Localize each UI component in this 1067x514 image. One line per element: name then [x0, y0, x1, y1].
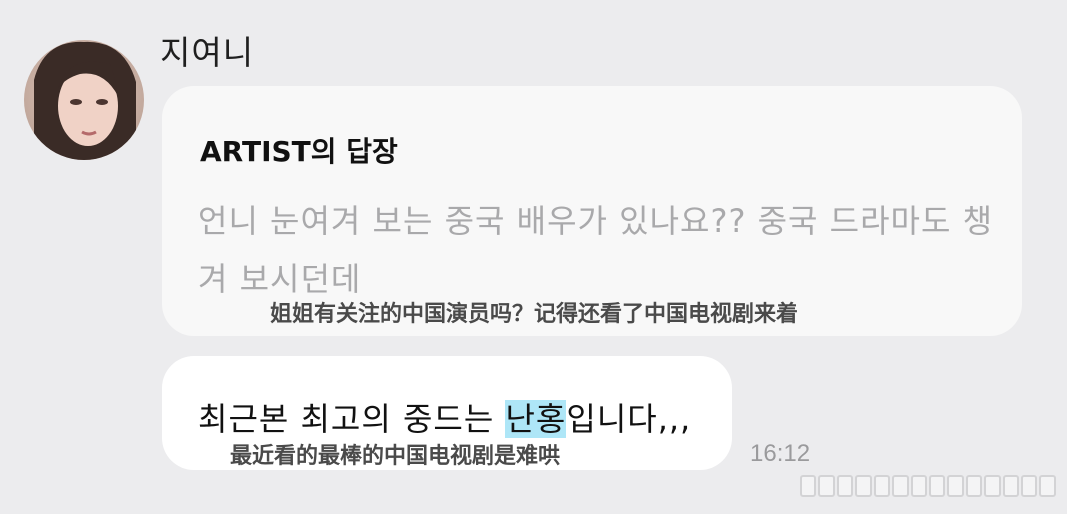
message-text-after: 입니다,,, [566, 400, 692, 438]
reply-heading: ARTIST의 답장 [200, 135, 398, 168]
message-translation: 最近看的最棒的中国电视剧是难哄 [230, 443, 561, 469]
quoted-question: 언니 눈여겨 보는 중국 배우가 있나요?? 중국 드라마도 챙겨 보시던데 [198, 202, 994, 298]
quoted-translation: 姐姐有关注的中国演员吗？记得还看了中国电视剧来着 [270, 301, 799, 327]
watermark-icon [800, 474, 1056, 498]
message-bubble[interactable]: 최근본 최고의 중드는 난홍입니다,,, 最近看的最棒的中国电视剧是难哄 [162, 356, 732, 470]
avatar-image [24, 40, 144, 160]
reply-card[interactable]: ARTIST의 답장 언니 눈여겨 보는 중국 배우가 있나요?? 중국 드라마… [162, 86, 1022, 336]
message-highlight: 난홍 [505, 400, 567, 438]
avatar[interactable] [24, 40, 144, 160]
message-text-before: 최근본 최고의 중드는 [198, 400, 506, 438]
sender-name: 지여니 [160, 33, 255, 72]
message-text: 최근본 최고의 중드는 난홍입니다,,, [198, 394, 691, 440]
message-timestamp: 16:12 [750, 440, 811, 467]
